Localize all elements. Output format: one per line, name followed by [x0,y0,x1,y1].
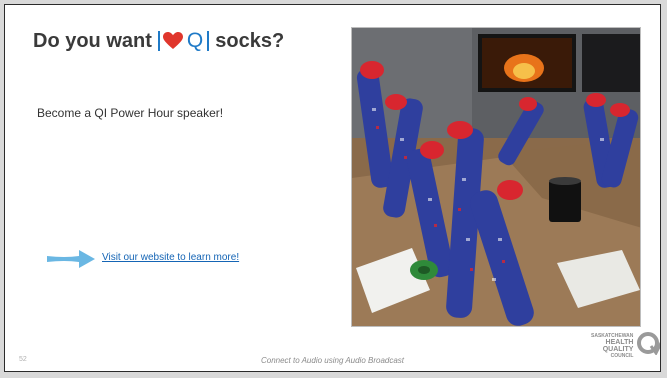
heart-icon [162,32,183,50]
hqc-line-4: COUNCIL [610,352,634,359]
hqc-logo: SASKATCHEWAN HEALTH QUALITY COUNCIL [591,331,660,360]
footer-audio-note: Connect to Audio using Audio Broadcast [260,356,405,365]
arrow-right-icon [45,247,97,276]
logo-i-bar-right [207,31,210,51]
i-love-qi-logo: Q [157,29,210,53]
website-link[interactable]: Visit our website to learn more! [102,252,239,263]
logo-q-letter: Q [186,29,204,52]
slide: Do you want Q socks? Become a QI Power H… [4,4,661,372]
title-text-before: Do you want [33,29,152,52]
hqc-line-3: QUALITY [602,345,634,353]
socks-meeting-photo [351,27,641,327]
hqc-logo-text: SASKATCHEWAN HEALTH QUALITY COUNCIL [591,333,633,359]
title-text-after: socks? [215,29,285,52]
hqc-q-mark-icon [636,331,660,360]
speaker-invite-text: Become a QI Power Hour speaker! [37,106,224,120]
slide-title: Do you want Q socks? [33,29,284,53]
hqc-line-2: HEALTH [605,338,634,346]
hqc-line-1: SASKATCHEWAN [591,332,634,339]
logo-i-bar [157,31,160,51]
